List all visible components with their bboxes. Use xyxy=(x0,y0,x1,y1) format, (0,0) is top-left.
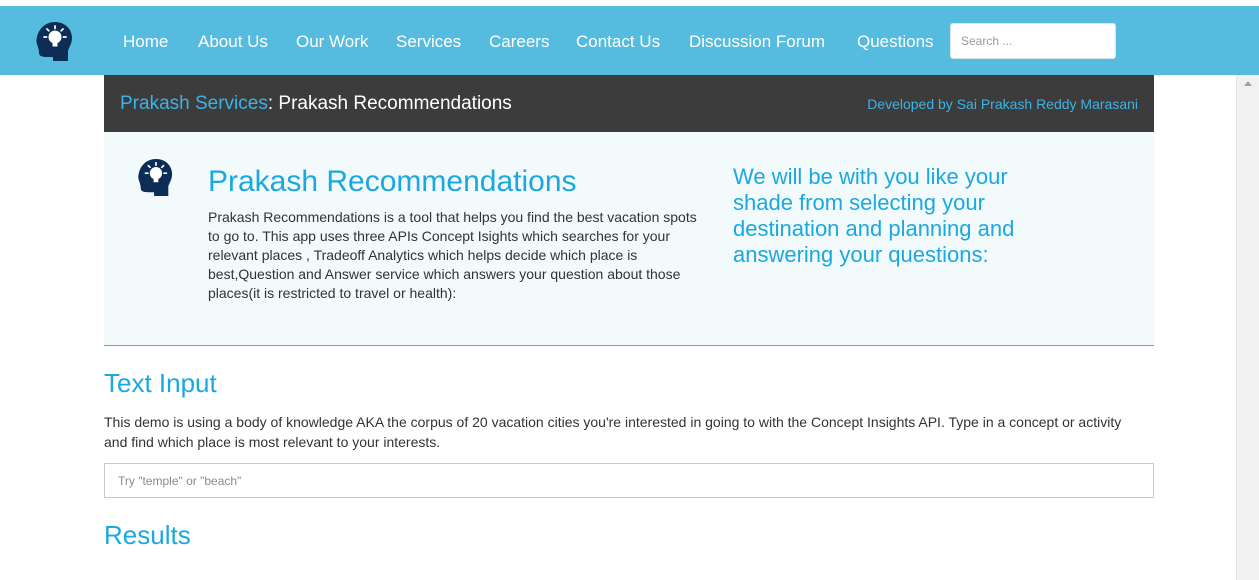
breadcrumb: Prakash Services: Prakash Recommendation… xyxy=(120,93,512,115)
breadcrumb-separator: : xyxy=(267,93,274,114)
page: Home About Us Our Work Services Careers … xyxy=(0,0,1259,580)
nav-questions[interactable]: Questions xyxy=(857,32,934,52)
nav-home[interactable]: Home xyxy=(123,32,168,52)
scrollbar[interactable] xyxy=(1236,75,1259,580)
navbar: Home About Us Our Work Services Careers … xyxy=(0,6,1259,75)
nav-careers[interactable]: Careers xyxy=(489,32,549,52)
text-input-heading: Text Input xyxy=(104,368,217,398)
hero-description: Prakash Recommendations is a tool that h… xyxy=(208,209,697,301)
title-bar: Prakash Services: Prakash Recommendation… xyxy=(104,75,1154,132)
head-lightbulb-icon[interactable] xyxy=(34,20,74,62)
nav-about-us[interactable]: About Us xyxy=(198,32,268,52)
nav-services[interactable]: Services xyxy=(396,32,461,52)
text-input-description: This demo is using a body of knowledge A… xyxy=(104,414,1122,450)
results-heading: Results xyxy=(104,520,191,550)
nav-our-work[interactable]: Our Work xyxy=(296,32,368,52)
nav-discussion-forum[interactable]: Discussion Forum xyxy=(689,32,825,52)
scroll-up-arrow-icon[interactable] xyxy=(1244,81,1252,86)
hero-title: Prakash Recommendations xyxy=(208,165,577,198)
developer-credit: Developed by Sai Prakash Reddy Marasani xyxy=(867,96,1138,112)
nav-contact-us[interactable]: Contact Us xyxy=(576,32,660,52)
breadcrumb-link-services[interactable]: Prakash Services xyxy=(120,93,268,114)
search-input[interactable] xyxy=(950,23,1116,59)
hero-panel: Prakash Recommendations Prakash Recommen… xyxy=(104,132,1154,346)
head-lightbulb-icon xyxy=(138,158,173,196)
hero-tagline: We will be with you like your shade from… xyxy=(733,164,1015,267)
concept-search-input[interactable] xyxy=(104,463,1154,498)
breadcrumb-current: Prakash Recommendations xyxy=(278,93,512,114)
